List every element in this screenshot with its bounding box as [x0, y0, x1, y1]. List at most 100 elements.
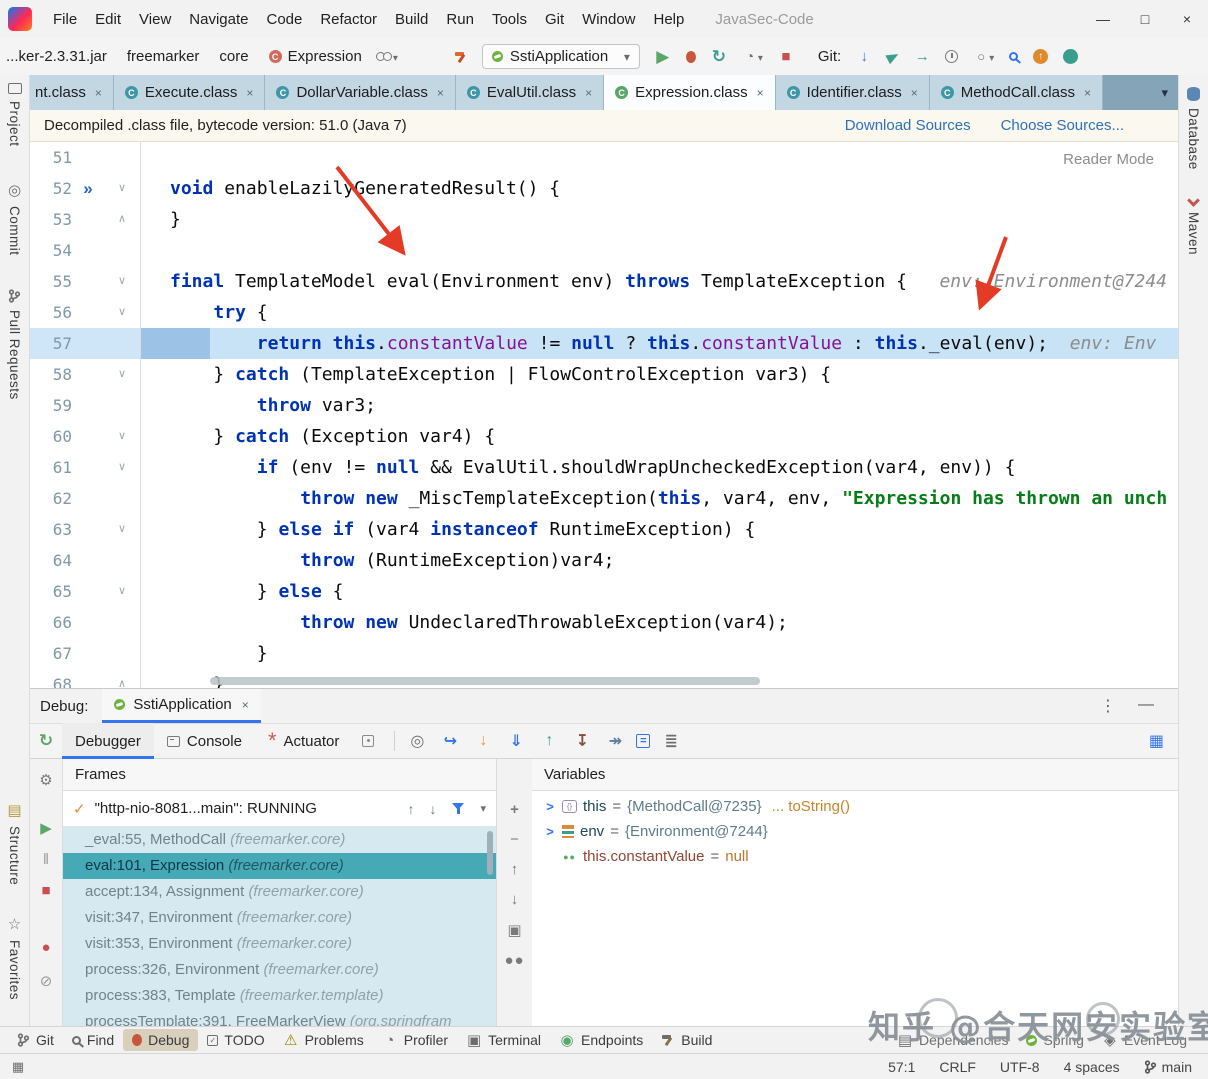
- coverage-button[interactable]: ↻: [711, 47, 727, 67]
- toolwindow-stripe-maven[interactable]: Maven: [1186, 200, 1201, 255]
- fold-icon[interactable]: ∨: [104, 452, 140, 483]
- menu-item-code[interactable]: Code: [257, 7, 311, 32]
- profiler-button[interactable]: ◔▾: [742, 48, 763, 65]
- close-tab-icon[interactable]: ×: [911, 86, 918, 100]
- step-over-icon[interactable]: ↪: [438, 731, 462, 751]
- stack-frame[interactable]: process:383, Template (freemarker.templa…: [63, 983, 496, 1009]
- stack-frame[interactable]: process:326, Environment (freemarker.cor…: [63, 957, 496, 983]
- line-separator[interactable]: CRLF: [939, 1059, 976, 1075]
- chevron-down-icon[interactable]: ▾: [480, 802, 486, 815]
- menu-item-window[interactable]: Window: [573, 7, 644, 32]
- stop-button[interactable]: ■: [778, 48, 794, 65]
- search-everywhere-icon[interactable]: [1009, 52, 1018, 61]
- git-branch-widget[interactable]: main: [1144, 1059, 1192, 1075]
- run-anything-icon[interactable]: ○▾: [973, 48, 994, 65]
- hide-panel-icon[interactable]: —: [1138, 696, 1154, 716]
- rerun-icon[interactable]: ↻: [30, 731, 62, 751]
- breadcrumb-core[interactable]: core: [219, 48, 248, 65]
- fold-icon[interactable]: ∨: [104, 359, 140, 390]
- close-tab-icon[interactable]: ×: [757, 86, 764, 100]
- menu-item-tools[interactable]: Tools: [483, 7, 536, 32]
- next-frame-icon[interactable]: ↓: [429, 801, 436, 817]
- fold-icon[interactable]: ∨: [104, 297, 140, 328]
- stack-frame[interactable]: processTemplate:391, FreeMarkerView (org…: [63, 1009, 496, 1026]
- resume-button[interactable]: ▶: [40, 819, 52, 837]
- history-icon[interactable]: [945, 50, 958, 63]
- stack-frame[interactable]: visit:347, Environment (freemarker.core): [63, 905, 496, 931]
- fold-icon[interactable]: ∨: [104, 576, 140, 607]
- update-available-icon[interactable]: ↑: [1033, 49, 1048, 64]
- breadcrumb-freemarker[interactable]: freemarker: [127, 48, 200, 65]
- editor-tab-methodcall-class[interactable]: CMethodCall.class×: [930, 75, 1103, 110]
- editor-tab-evalutil-class[interactable]: CEvalUtil.class×: [456, 75, 604, 110]
- step-into-icon[interactable]: ↓: [471, 732, 495, 750]
- fold-icon[interactable]: ∨: [104, 173, 140, 204]
- file-encoding[interactable]: UTF-8: [1000, 1059, 1040, 1075]
- toolwindow-stripe-structure[interactable]: ▤Structure: [7, 801, 23, 885]
- build-hammer-icon[interactable]: [454, 50, 468, 64]
- run-button[interactable]: ▶: [655, 47, 671, 67]
- run-config-select[interactable]: SstiApplication ▾: [482, 44, 640, 69]
- close-tab-icon[interactable]: ×: [95, 86, 102, 100]
- toolwindow-stripe-favorites[interactable]: ☆Favorites: [7, 915, 23, 1000]
- step-out-icon[interactable]: ↑: [537, 732, 561, 750]
- code-editor[interactable]: Reader Mode 5152»∨void enableLazilyGener…: [30, 142, 1178, 688]
- run-to-cursor-icon[interactable]: ↧: [570, 731, 594, 751]
- menu-item-help[interactable]: Help: [645, 7, 694, 32]
- settings-icon[interactable]: ⚙: [39, 771, 52, 789]
- tab-list-chevron-icon[interactable]: ▾: [1151, 85, 1178, 101]
- editor-tab-expression-class[interactable]: CExpression.class×: [604, 75, 776, 110]
- show-execution-point-icon[interactable]: ◎: [405, 731, 429, 751]
- menu-item-view[interactable]: View: [130, 7, 180, 32]
- move-up-icon[interactable]: ↑: [511, 861, 519, 878]
- debug-tab-console[interactable]: Console: [154, 723, 255, 759]
- more-options-icon[interactable]: ⋮: [1100, 696, 1116, 716]
- download-sources-link[interactable]: Download Sources: [845, 117, 971, 134]
- stack-frame[interactable]: eval:101, Expression (freemarker.core): [63, 853, 496, 879]
- git-push-icon[interactable]: [886, 49, 901, 63]
- variable-row[interactable]: >env={Environment@7244}: [532, 819, 1178, 844]
- resume-to-breakpoint-icon[interactable]: ↠: [603, 731, 627, 751]
- add-watch-icon[interactable]: +: [510, 801, 519, 818]
- stack-frame[interactable]: visit:353, Environment (freemarker.core): [63, 931, 496, 957]
- chevron-right-icon[interactable]: >: [544, 799, 556, 814]
- close-session-icon[interactable]: ×: [242, 698, 249, 712]
- editor-tab-execute-class[interactable]: CExecute.class×: [114, 75, 266, 110]
- menu-item-refactor[interactable]: Refactor: [311, 7, 386, 32]
- horizontal-scrollbar[interactable]: [210, 677, 760, 685]
- editor-tab-nt-class[interactable]: Cnt.class×: [30, 75, 114, 110]
- debug-tab-debugger[interactable]: Debugger: [62, 723, 154, 759]
- variable-row[interactable]: ●●this.constantValue=null: [532, 844, 1178, 869]
- variable-row[interactable]: >{}this={MethodCall@7235}... toString(): [532, 794, 1178, 819]
- menu-item-file[interactable]: File: [44, 7, 86, 32]
- maximize-button[interactable]: □: [1124, 0, 1166, 38]
- stop-button[interactable]: ■: [41, 882, 50, 899]
- breadcrumb-expression[interactable]: CExpression: [269, 48, 362, 65]
- debug-button[interactable]: [686, 51, 696, 63]
- menu-item-git[interactable]: Git: [536, 7, 573, 32]
- fold-icon[interactable]: ∨: [104, 266, 140, 297]
- indent-style[interactable]: 4 spaces: [1064, 1059, 1120, 1075]
- menu-item-build[interactable]: Build: [386, 7, 437, 32]
- menu-item-navigate[interactable]: Navigate: [180, 7, 257, 32]
- caret-position[interactable]: 57:1: [888, 1059, 915, 1075]
- layout-settings-icon[interactable]: ▦: [1149, 731, 1164, 751]
- toolwindow-stripe-database[interactable]: Database: [1186, 87, 1201, 170]
- code-authors-icon[interactable]: ▾: [376, 48, 398, 65]
- fold-icon[interactable]: ∨: [104, 514, 140, 545]
- pin-tab-icon[interactable]: [362, 735, 374, 747]
- close-button[interactable]: ×: [1166, 0, 1208, 38]
- tostring-link[interactable]: ... toString(): [772, 798, 850, 815]
- settings-list-icon[interactable]: ≣: [659, 731, 683, 751]
- remove-watch-icon[interactable]: −: [510, 831, 519, 848]
- git-update-icon[interactable]: ↓: [856, 48, 872, 65]
- thread-selector[interactable]: ✓ "http-nio-8081...main": RUNNING ↑ ↓ ▾: [63, 791, 496, 827]
- close-tab-icon[interactable]: ×: [585, 86, 592, 100]
- toolwindow-button-endpoints[interactable]: ◉Endpoints: [550, 1029, 652, 1051]
- minimize-button[interactable]: —: [1082, 0, 1124, 38]
- force-step-into-icon[interactable]: ⇓: [504, 731, 528, 751]
- debug-tab-actuator[interactable]: *Actuator: [255, 723, 352, 759]
- git-fetch-icon[interactable]: →: [914, 48, 930, 65]
- reader-mode-toggle[interactable]: Reader Mode: [1063, 151, 1154, 168]
- choose-sources-link[interactable]: Choose Sources...: [1001, 117, 1124, 134]
